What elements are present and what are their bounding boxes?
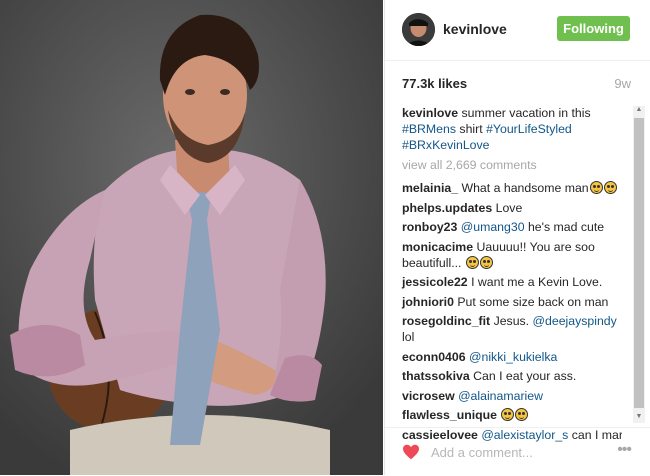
heart-eyes-emoji-icon: [465, 255, 479, 269]
comment: johniori0 Put some size back on man: [402, 294, 622, 310]
following-button[interactable]: Following: [557, 16, 630, 41]
comment-username[interactable]: econn0406: [402, 350, 466, 364]
heart-eyes-emoji-icon: [515, 408, 529, 421]
comment: thatssokiva Can I eat your ass.: [402, 368, 622, 384]
comment-text: I want me a Kevin Love.: [471, 275, 603, 289]
comment-text: lol: [402, 330, 415, 344]
avatar-image: [402, 13, 435, 46]
comment-username[interactable]: flawless_unique: [402, 408, 497, 422]
comment-username[interactable]: johniori0: [402, 295, 454, 309]
hashtag[interactable]: #BRMens: [402, 122, 456, 136]
comment: monicacime Uauuuu!! You are soo beautifu…: [402, 239, 622, 271]
instagram-post-view: kevinlove Following 77.3k likes 9w kevin…: [0, 0, 650, 475]
portrait-image: [0, 0, 383, 475]
comment-text: Jesus.: [493, 314, 530, 328]
comment-mention[interactable]: @deejayspindy: [533, 314, 617, 328]
scroll-up-icon[interactable]: ▲: [635, 106, 643, 116]
likes-count[interactable]: 77.3k likes: [402, 76, 467, 91]
comment: phelps.updates Love: [402, 200, 622, 216]
hashtag[interactable]: #YourLifeStyled: [486, 122, 572, 136]
comment-footer: •••: [385, 427, 650, 476]
more-options-icon[interactable]: •••: [617, 441, 632, 459]
comment-username[interactable]: vicrosew: [402, 389, 455, 403]
comment-username[interactable]: jessicole22: [402, 275, 468, 289]
comment-text: Put some size back on man: [457, 294, 609, 309]
comment-username[interactable]: thatssokiva: [402, 369, 470, 383]
comment-text: Love: [495, 200, 523, 215]
comment: jessicole22 I want me a Kevin Love.: [402, 274, 622, 290]
add-comment-input[interactable]: [429, 441, 603, 463]
heart-eyes-emoji-icon: [479, 255, 493, 269]
heart-eyes-emoji-icon: [501, 408, 515, 421]
scrollbar-thumb[interactable]: [634, 118, 644, 408]
scroll-down-icon[interactable]: ▼: [635, 413, 643, 423]
view-all-comments-link[interactable]: view all 2,669 comments: [402, 157, 622, 173]
heart-eyes-emoji-icon: [589, 181, 603, 194]
comment-mention[interactable]: @umang30: [461, 220, 525, 234]
caption-word: shirt: [459, 122, 483, 136]
comment-username[interactable]: rosegoldinc_fit: [402, 314, 490, 328]
comment: melainia_ What a handsome man: [402, 180, 622, 196]
comment: flawless_unique: [402, 407, 622, 423]
heart-eyes-emoji-icon: [603, 181, 617, 194]
hashtag[interactable]: #BRxKevinLove: [402, 138, 490, 152]
post-age[interactable]: 9w: [614, 76, 631, 91]
comments-scrollbar[interactable]: ▲ ▼: [633, 106, 645, 423]
comment-text: Can I eat your ass.: [473, 369, 577, 383]
comment-username[interactable]: melainia_: [402, 181, 458, 195]
comment: rosegoldinc_fit Jesus. @deejayspindy lol: [402, 313, 622, 345]
comment-username[interactable]: phelps.updates: [402, 201, 492, 215]
heart-icon[interactable]: [402, 444, 420, 460]
comment-mention[interactable]: @nikki_kukielka: [469, 350, 557, 364]
comment-mention[interactable]: @alainamariew: [458, 389, 543, 403]
comment: ronboy23 @umang30 he's mad cute: [402, 219, 622, 235]
comment-text: What a handsome man: [461, 181, 589, 195]
comments-list: kevinlove summer vacation in this #BRMen…: [402, 105, 622, 446]
caption-username[interactable]: kevinlove: [402, 106, 458, 120]
avatar[interactable]: [402, 13, 435, 46]
caption-text: summer vacation in this: [461, 106, 591, 120]
post-header: kevinlove Following: [385, 0, 650, 61]
post-username[interactable]: kevinlove: [443, 21, 507, 37]
comment-username[interactable]: ronboy23: [402, 220, 457, 234]
caption: kevinlove summer vacation in this #BRMen…: [402, 105, 622, 153]
post-photo[interactable]: [0, 0, 383, 475]
comment: econn0406 @nikki_kukielka: [402, 349, 622, 365]
comment-text: he's mad cute: [527, 220, 605, 234]
post-side-panel: kevinlove Following 77.3k likes 9w kevin…: [384, 0, 650, 475]
comment: vicrosew @alainamariew: [402, 388, 622, 404]
comment-username[interactable]: monicacime: [402, 240, 473, 254]
